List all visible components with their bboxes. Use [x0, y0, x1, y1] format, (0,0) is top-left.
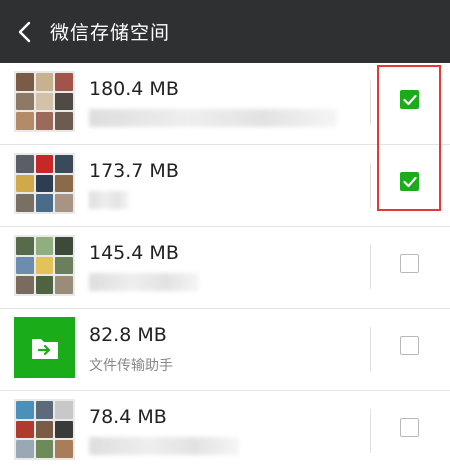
avatar-tile	[35, 440, 54, 458]
select-checkbox[interactable]	[400, 418, 419, 437]
divider	[370, 245, 371, 289]
avatar-tile	[35, 73, 54, 91]
folder-arrow-icon	[31, 338, 58, 359]
avatar-tile	[55, 420, 73, 439]
avatar-tile	[55, 440, 73, 458]
list-item[interactable]: 145.4 MB	[0, 227, 450, 309]
select-checkbox[interactable]	[400, 254, 419, 273]
chevron-left-icon	[18, 21, 31, 42]
avatar-tile	[55, 256, 73, 275]
avatar-tile	[35, 256, 54, 275]
checkmark-icon	[402, 176, 417, 187]
avatar-tile	[55, 174, 73, 193]
avatar-tile	[35, 112, 54, 130]
avatar-tile	[35, 401, 54, 419]
divider	[370, 409, 371, 453]
redacted-name	[89, 273, 199, 291]
checkmark-icon	[402, 94, 417, 105]
group-avatar	[14, 71, 75, 132]
list-item[interactable]: 78.4 MB	[0, 391, 450, 470]
storage-size: 82.8 MB	[89, 324, 167, 346]
avatar-tile	[16, 112, 34, 130]
avatar-tile	[35, 92, 54, 111]
avatar-tile	[16, 420, 34, 439]
avatar-tile	[16, 440, 34, 458]
avatar-tile	[55, 237, 73, 255]
file-transfer-avatar	[14, 317, 75, 378]
select-checkbox[interactable]	[400, 172, 419, 191]
list-item[interactable]: 82.8 MB 文件传输助手	[0, 309, 450, 391]
wechat-storage-screen: 微信存储空间 180.4 MB 173.7 MB 145.4 MB 82.8 M…	[0, 0, 450, 470]
avatar-tile	[35, 276, 54, 294]
storage-size: 145.4 MB	[89, 242, 179, 264]
avatar-tile	[16, 237, 34, 255]
avatar-tile	[55, 73, 73, 91]
list-item[interactable]: 180.4 MB	[0, 63, 450, 145]
storage-size: 78.4 MB	[89, 406, 167, 428]
group-avatar	[14, 235, 75, 296]
avatar-tile	[16, 401, 34, 419]
avatar-tile	[55, 92, 73, 111]
avatar-tile	[35, 174, 54, 193]
chat-storage-list: 180.4 MB 173.7 MB 145.4 MB 82.8 MB 文件传输助…	[0, 63, 450, 470]
redacted-name	[89, 191, 129, 209]
avatar-tile	[16, 155, 34, 173]
avatar-tile	[16, 276, 34, 294]
storage-size: 173.7 MB	[89, 160, 179, 182]
back-button[interactable]	[2, 0, 46, 63]
avatar-tile	[35, 420, 54, 439]
page-title: 微信存储空间	[50, 22, 171, 44]
avatar-tile	[55, 194, 73, 212]
select-checkbox[interactable]	[400, 336, 419, 355]
select-checkbox[interactable]	[400, 90, 419, 109]
avatar-tile	[16, 73, 34, 91]
avatar-tile	[16, 92, 34, 111]
title-bar: 微信存储空间	[0, 0, 450, 63]
group-avatar	[14, 153, 75, 214]
redacted-name	[89, 437, 239, 455]
avatar-tile	[35, 155, 54, 173]
avatar-tile	[55, 155, 73, 173]
divider	[370, 81, 371, 125]
avatar-tile	[55, 276, 73, 294]
avatar-tile	[55, 401, 73, 419]
redacted-name	[89, 109, 337, 127]
chat-name: 文件传输助手	[89, 358, 173, 374]
avatar-tile	[16, 174, 34, 193]
group-avatar	[14, 399, 75, 460]
storage-size: 180.4 MB	[89, 78, 179, 100]
avatar-tile	[35, 194, 54, 212]
avatar-tile	[16, 256, 34, 275]
divider	[370, 327, 371, 371]
list-item[interactable]: 173.7 MB	[0, 145, 450, 227]
avatar-tile	[55, 112, 73, 130]
divider	[370, 163, 371, 207]
avatar-tile	[35, 237, 54, 255]
avatar-tile	[16, 194, 34, 212]
